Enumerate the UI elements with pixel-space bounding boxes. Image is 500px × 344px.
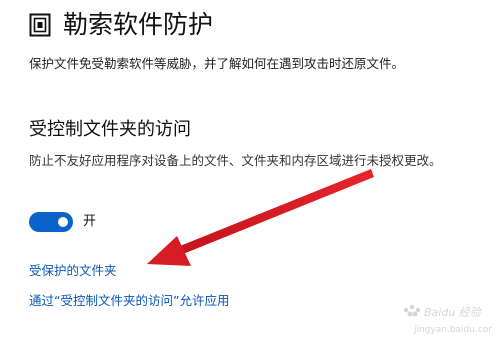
svg-text:jingyan.baidu.com: jingyan.baidu.com: [413, 325, 492, 335]
ransomware-protection-icon: [29, 13, 51, 37]
section-description: 防止不友好应用程序对设备上的文件、文件夹和内存区域进行未授权更改。: [29, 153, 442, 168]
toggle-state-label: 开: [83, 214, 97, 229]
page-description: 保护文件免受勒索软件等威胁，并了解如何在遇到攻击时还原文件。: [29, 56, 405, 71]
page-header: 勒索软件防护: [29, 9, 213, 41]
protected-folders-link[interactable]: 受保护的文件夹: [29, 262, 117, 280]
settings-page: 勒索软件防护 保护文件免受勒索软件等威胁，并了解如何在遇到攻击时还原文件。 受控…: [0, 0, 500, 344]
svg-text:Baidu 经验: Baidu 经验: [424, 306, 483, 319]
baidu-jingyan-watermark: Baidu 经验 jingyan.baidu.com: [403, 304, 492, 335]
controlled-folder-access-toggle[interactable]: [29, 212, 73, 232]
toggle-knob: [58, 217, 68, 227]
allow-app-link[interactable]: 通过“受控制文件夹的访问”允许应用: [29, 292, 229, 310]
section-title-controlled-folder-access: 受控制文件夹的访问: [29, 119, 191, 140]
page-title: 勒索软件防护: [63, 10, 214, 39]
controlled-folder-access-toggle-row: 开: [29, 212, 96, 232]
